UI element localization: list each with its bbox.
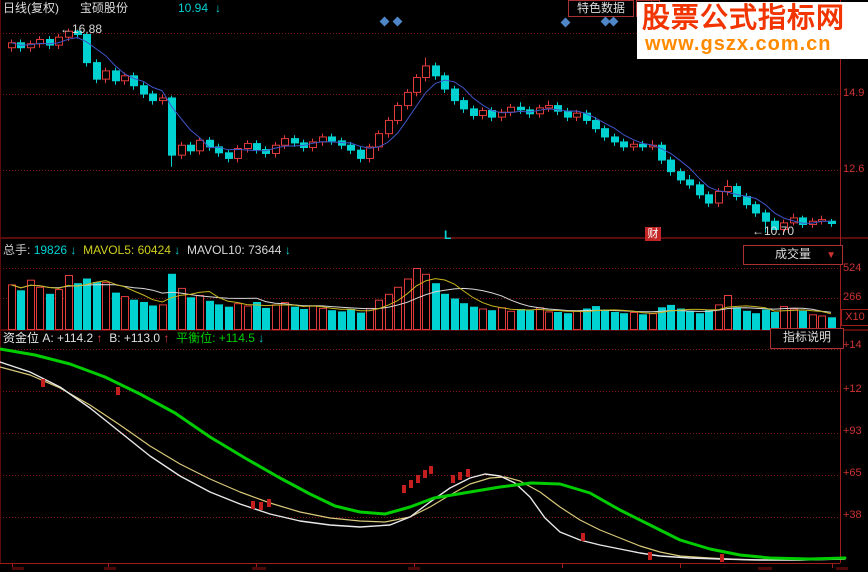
ph-label: 平衡位: [176,331,216,345]
clipped-date-fragment [408,567,420,570]
zongshou-label: 总手: [3,243,31,257]
indicator-axis-label: +65 [843,467,862,479]
mavol5-value: 60424 [137,243,171,257]
indicator-name: 资金位 [3,331,40,345]
indicator-green-line [0,347,847,561]
mavol5-arrow-icon: ↓ [174,243,181,257]
volume-unit-label: X10 [841,309,868,326]
zongshou-value: 19826 [33,243,68,257]
volume-axis-label: 266 [843,291,862,303]
tab-feature-data[interactable]: 特色数据 [568,0,634,17]
clipped-date-fragment [836,567,848,570]
b-value: +113.0 [123,331,161,345]
watermark-line1: 股票公式指标网 [642,2,846,33]
price-down-arrow-icon: ↓ [215,1,221,15]
indicator-header: 资金位 A: +114.2 ↑ B: +113.0 ↑ 平衡位: +114.5 … [3,331,264,345]
clipped-date-fragment [104,567,116,570]
candlesticks [8,28,836,233]
a-value: +114.2 [57,331,94,345]
a-label: A: [42,331,54,345]
chart-canvas[interactable] [0,0,868,572]
indicator-axis-label: +93 [843,425,862,437]
price-axis-label: 14.9 [843,87,865,99]
low-annotation: ←10.70 [752,224,795,238]
clipped-date-fragment [12,567,24,570]
indicator-yellow-line [0,366,846,561]
indicator-axis-label: +38 [843,509,862,521]
b-label: B: [109,331,121,345]
watermark-line2: www.gszx.com.cn [645,33,832,55]
marker-L: L [444,228,452,242]
ph-arrow-icon: ↓ [258,331,265,345]
a-arrow-icon: ↑ [96,331,103,345]
stock-app-window: 日线(复权) 宝硕股份 10.94 ↓ 特色数据 财 股票公式指标网 www.g… [0,0,868,572]
last-price: 10.94 [178,1,209,15]
indicator-axis-label: +12 [843,383,862,395]
indicator-axis-label: +14 [843,339,862,351]
marker-cai: 财 [645,227,661,241]
zongshou-arrow-icon: ↓ [70,243,77,257]
high-annotation: ←16.88 [60,22,103,36]
clipped-date-fragment [758,567,772,570]
watermark: 股票公式指标网 www.gszx.com.cn [637,2,868,59]
mavol10-arrow-icon: ↓ [284,243,291,257]
price-axis-label: 12.6 [843,163,865,175]
chevron-down-icon: ▼ [826,250,836,261]
indicator-help-button[interactable]: 指标说明 [770,328,844,349]
volume-type-dropdown[interactable]: 成交量 ▼ [743,245,843,265]
ph-value: +114.5 [218,331,255,345]
indicator-red-marks [41,379,724,562]
clipped-date-fragment [252,567,266,570]
period-label[interactable]: 日线(复权) [3,1,59,15]
mavol10-label: MAVOL10: [186,243,245,257]
stock-name: 宝硕股份 [80,1,129,15]
volume-header: 总手: 19826 ↓ MAVOL5: 60424 ↓ MAVOL10: 736… [3,243,291,257]
mavol10-value: 73644 [248,243,282,257]
b-arrow-icon: ↑ [163,331,170,345]
mavol5-label: MAVOL5: [83,243,135,257]
volume-axis-label: 524 [843,262,862,274]
